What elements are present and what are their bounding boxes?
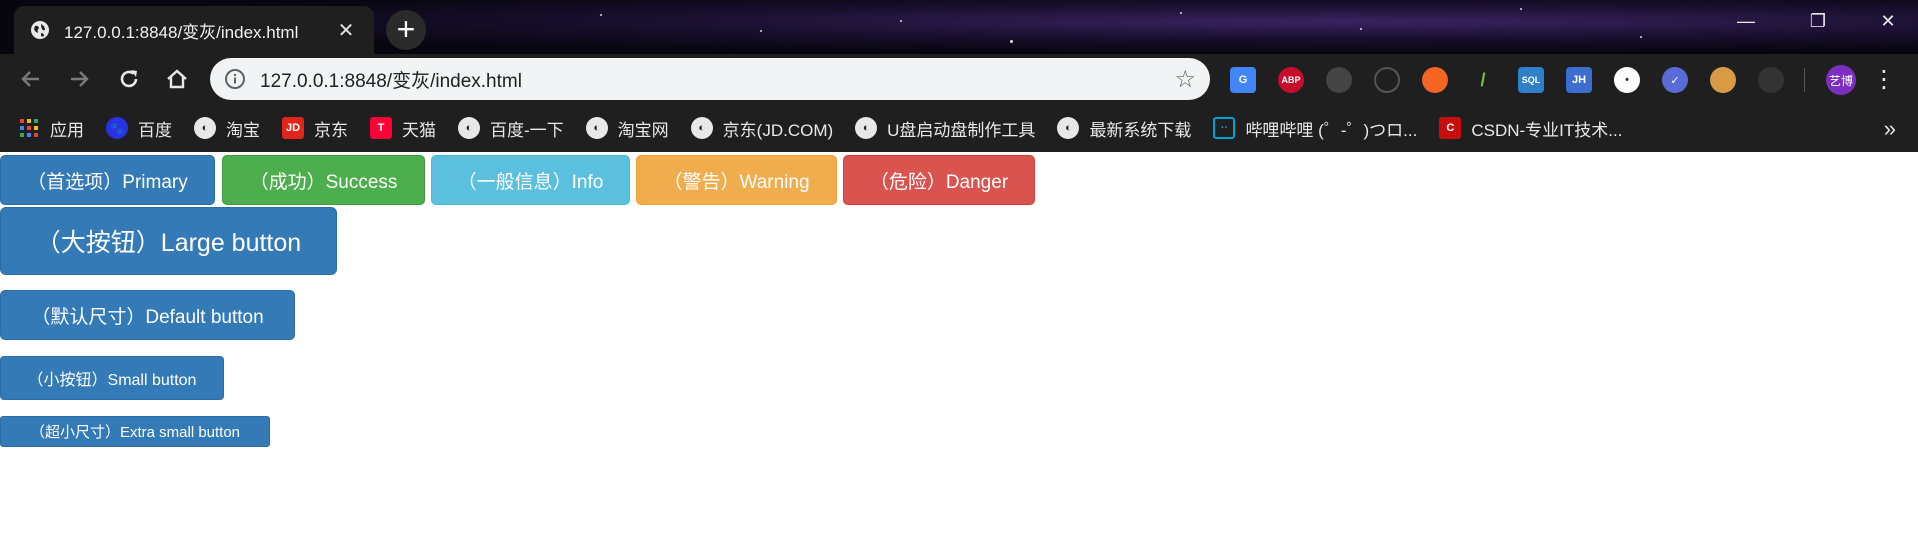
extension-shield-icon[interactable]: [1326, 67, 1352, 93]
globe-icon: ◐: [458, 117, 480, 139]
globe-icon: ◐: [1057, 117, 1080, 139]
small-button[interactable]: （小按钮）Small button: [0, 356, 224, 400]
tmall-icon: T: [370, 117, 392, 139]
extension-dots-icon[interactable]: •: [1614, 67, 1640, 93]
apps-grid-icon: [18, 117, 40, 139]
minimize-button[interactable]: —: [1718, 0, 1774, 42]
bilibili-icon: ··: [1213, 117, 1236, 139]
extra-small-button[interactable]: （超小尺寸）Extra small button: [0, 416, 270, 447]
address-bar[interactable]: 127.0.0.1:8848/变灰/index.html ☆: [210, 58, 1210, 100]
bookmark-label: 京东(JD.COM): [722, 120, 834, 140]
bookmark-label: 最新系统下载: [1089, 120, 1192, 140]
globe-icon: ◐: [194, 117, 216, 139]
minimize-icon: —: [1737, 10, 1755, 31]
tab-title: 127.0.0.1:8848/变灰/index.html: [64, 22, 299, 42]
browser-menu-icon[interactable]: ⋮: [1872, 66, 1896, 94]
jd-icon: JD: [282, 117, 304, 139]
background-star: [760, 30, 762, 32]
background-star: [900, 20, 902, 22]
bookmark-baidu[interactable]: 🐾 百度: [106, 116, 172, 141]
bookmark-taobao[interactable]: ◐ 淘宝: [194, 116, 260, 141]
globe-icon: ◐: [855, 117, 878, 139]
bookmark-label: CSDN-专业IT技术...: [1471, 120, 1623, 140]
arrow-left-icon: [21, 71, 39, 87]
bookmark-label: 淘宝网: [617, 120, 669, 140]
bookmark-taobao-net[interactable]: ◐ 淘宝网: [585, 116, 669, 141]
adblock-plus-icon[interactable]: ABP: [1278, 67, 1304, 93]
browser-tab[interactable]: 127.0.0.1:8848/变灰/index.html ✕: [14, 6, 374, 54]
bookmark-bilibili[interactable]: ·· 哔哩哔哩 (゜-゜)つロ...: [1213, 116, 1417, 141]
bookmark-label: 京东: [314, 120, 348, 140]
sql-icon[interactable]: SQL: [1518, 67, 1544, 93]
close-icon: ✕: [1880, 10, 1896, 31]
large-button[interactable]: （大按钮）Large button: [0, 207, 337, 275]
bookmark-label: 百度-一下: [490, 120, 564, 140]
extension-orange-icon[interactable]: [1422, 67, 1448, 93]
bookmark-usb-tool[interactable]: ◐ U盘启动盘制作工具: [855, 116, 1035, 141]
extension-dim-icon[interactable]: [1758, 67, 1784, 93]
bookmark-label: 哔哩哔哩 (゜-゜)つロ...: [1245, 120, 1418, 140]
bookmark-system-download[interactable]: ◐ 最新系统下载: [1057, 116, 1191, 141]
warning-button[interactable]: （警告）Warning: [636, 155, 837, 205]
devtools-icon[interactable]: /: [1470, 67, 1496, 93]
back-button[interactable]: [14, 62, 48, 96]
extension-check-icon[interactable]: ✓: [1662, 67, 1688, 93]
background-star: [1520, 8, 1522, 10]
restore-button[interactable]: ❐: [1790, 0, 1846, 42]
success-button[interactable]: （成功）Success: [222, 155, 425, 205]
bookmark-label: 天猫: [402, 120, 436, 140]
tab-close-icon[interactable]: ✕: [334, 18, 358, 43]
profile-avatar[interactable]: 艺博: [1826, 65, 1856, 95]
primary-button[interactable]: （首选项）Primary: [0, 155, 215, 205]
background-star: [600, 14, 602, 16]
bookmark-label: 百度: [138, 120, 172, 140]
bookmark-star-icon[interactable]: ☆: [1174, 65, 1196, 94]
google-translate-icon[interactable]: G: [1230, 67, 1256, 93]
page-content: （首选项）Primary （成功）Success （一般信息）Info （警告）…: [0, 152, 1918, 538]
globe-icon: ◐: [690, 117, 713, 139]
reload-icon: [120, 70, 138, 88]
danger-button[interactable]: （危险）Danger: [843, 155, 1035, 205]
bookmarks-overflow-icon[interactable]: »: [1884, 116, 1896, 142]
reload-button[interactable]: [112, 62, 146, 96]
browser-toolbar: 127.0.0.1:8848/变灰/index.html ☆ G ABP / S…: [0, 54, 1918, 104]
background-star: [1640, 36, 1642, 38]
url-text[interactable]: 127.0.0.1:8848/变灰/index.html: [260, 66, 1174, 93]
bookmark-label: U盘启动盘制作工具: [887, 120, 1036, 140]
arrow-right-icon: [71, 71, 89, 87]
bookmark-label: 应用: [50, 120, 84, 140]
new-tab-button[interactable]: +: [386, 10, 426, 50]
home-button[interactable]: [160, 62, 194, 96]
restore-icon: ❐: [1809, 10, 1827, 31]
csdn-icon: C: [1439, 117, 1462, 139]
default-button[interactable]: （默认尺寸）Default button: [0, 290, 295, 340]
background-star: [1360, 28, 1362, 30]
bookmark-csdn[interactable]: C CSDN-专业IT技术...: [1439, 116, 1622, 141]
background-star: [1010, 40, 1013, 43]
info-button[interactable]: （一般信息）Info: [431, 155, 630, 205]
background-star: [1180, 12, 1182, 14]
bookmark-jd[interactable]: JD 京东: [282, 116, 348, 141]
forward-button[interactable]: [62, 62, 96, 96]
info-icon[interactable]: [224, 68, 246, 90]
bookmark-apps[interactable]: 应用: [18, 116, 84, 141]
cookie-icon[interactable]: [1710, 67, 1736, 93]
toolbar-separator: [1804, 68, 1805, 92]
bookmarks-bar: 应用 🐾 百度 ◐ 淘宝 JD 京东 T 天猫 ◐ 百度-一下 ◐ 淘宝网 ◐ …: [0, 104, 1918, 152]
bookmark-label: 淘宝: [226, 120, 260, 140]
bookmark-baidu-search[interactable]: ◐ 百度-一下: [458, 116, 564, 141]
globe-icon: ◐: [585, 117, 608, 139]
globe-icon: [31, 21, 49, 39]
title-bar: 127.0.0.1:8848/变灰/index.html ✕ + — ❐ ✕: [0, 0, 1918, 54]
bookmark-tmall[interactable]: T 天猫: [370, 116, 436, 141]
jh-icon[interactable]: JH: [1566, 67, 1592, 93]
home-icon: [167, 69, 187, 89]
baidu-paw-icon: 🐾: [106, 117, 128, 139]
close-window-button[interactable]: ✕: [1860, 0, 1916, 42]
bookmark-jd-com[interactable]: ◐ 京东(JD.COM): [690, 116, 834, 141]
extension-ring-icon[interactable]: [1374, 67, 1400, 93]
